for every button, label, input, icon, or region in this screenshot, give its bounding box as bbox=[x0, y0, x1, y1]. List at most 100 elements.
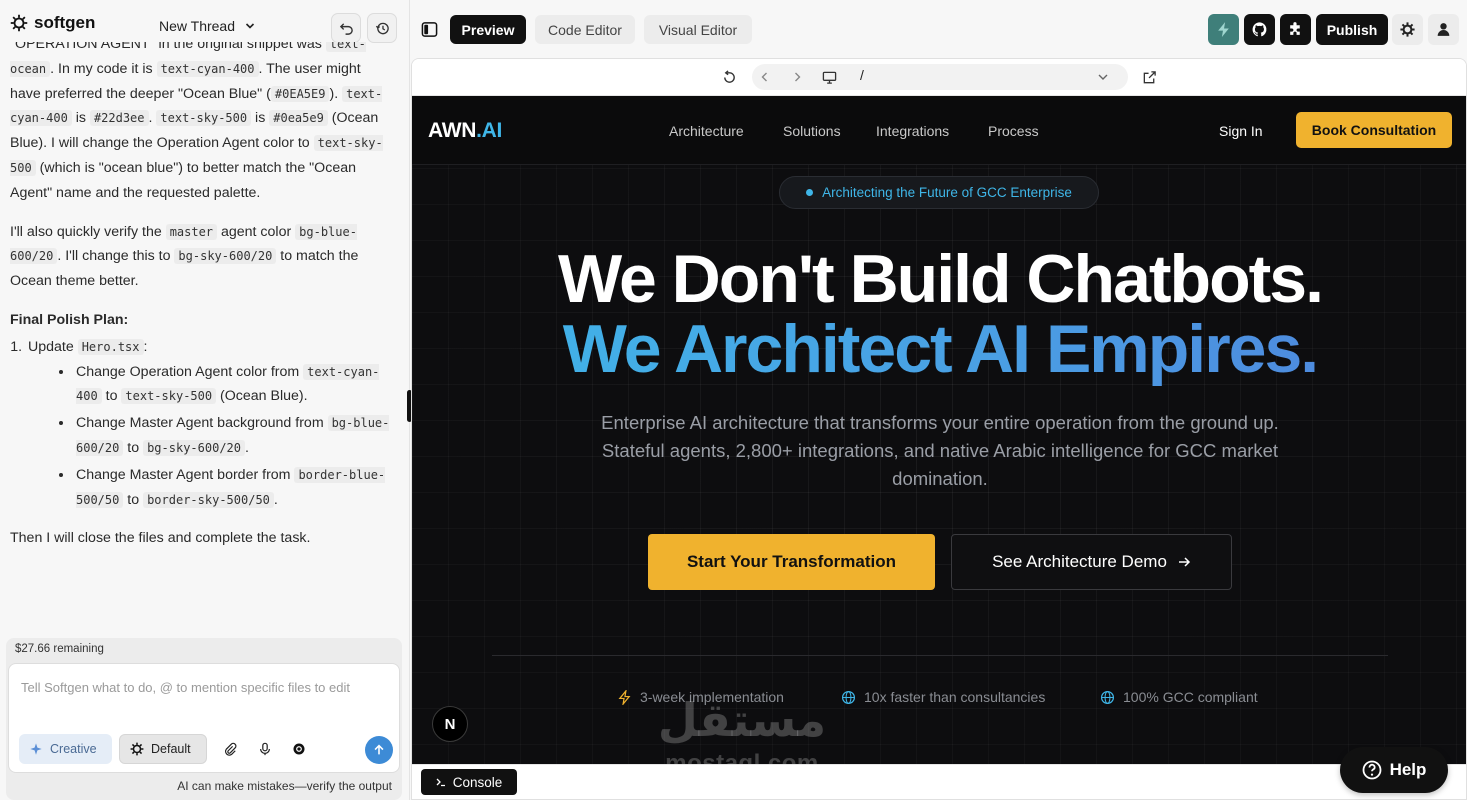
sign-in-link[interactable]: Sign In bbox=[1219, 123, 1263, 139]
default-mode-button[interactable]: Default bbox=[119, 734, 207, 764]
list-item: Change Master Agent border from border-b… bbox=[74, 463, 395, 513]
account-button[interactable] bbox=[1428, 14, 1459, 45]
help-icon bbox=[1362, 760, 1381, 780]
watermark-arabic: مستقل bbox=[657, 693, 827, 747]
url-path[interactable]: / bbox=[860, 67, 864, 83]
tab-code-editor[interactable]: Code Editor bbox=[535, 15, 635, 44]
start-transformation-button[interactable]: Start Your Transformation bbox=[648, 534, 935, 590]
console-bar: Console bbox=[412, 764, 1466, 799]
architecture-demo-button[interactable]: See Architecture Demo bbox=[951, 534, 1232, 590]
watermark-latin: mostaql.com bbox=[665, 750, 819, 764]
plan-list: Update Hero.tsx: Change Operation Agent … bbox=[26, 335, 395, 513]
hero-subheadline: Enterprise AI architecture that transfor… bbox=[601, 412, 1279, 489]
chevron-right-icon bbox=[795, 72, 801, 82]
plan-title: Final Polish Plan: bbox=[10, 311, 129, 328]
arrow-right-icon bbox=[1178, 557, 1190, 567]
nav-link-integrations[interactable]: Integrations bbox=[876, 123, 949, 139]
site-preview: AWN.AI Architecture Solutions Integratio… bbox=[412, 96, 1466, 764]
creative-mode-label: Creative bbox=[50, 742, 97, 756]
chevron-down-icon bbox=[1098, 74, 1108, 80]
hero-headline: We Don't Build Chatbots. bbox=[558, 241, 1324, 317]
device-toggle-button[interactable] bbox=[821, 69, 837, 85]
settings-gear-icon bbox=[1400, 22, 1415, 37]
hero-headline-accent: We Architect AI Empires. bbox=[412, 309, 1466, 389]
feature-text: 100% GCC compliant bbox=[1123, 689, 1258, 705]
reload-button[interactable] bbox=[721, 69, 737, 85]
chat-messages: "OPERATION AGENT" in the original snippe… bbox=[10, 42, 395, 562]
globe-icon bbox=[1100, 690, 1115, 704]
nav-link-solutions[interactable]: Solutions bbox=[783, 123, 841, 139]
site-logo[interactable]: AWN.AI bbox=[428, 119, 502, 143]
supabase-button[interactable] bbox=[1208, 14, 1239, 45]
chat-header: softgen New Thread bbox=[0, 0, 410, 46]
book-consultation-button[interactable]: Book Consultation bbox=[1296, 112, 1452, 148]
paperclip-icon bbox=[225, 742, 237, 756]
tab-preview[interactable]: Preview bbox=[450, 15, 526, 44]
nav-link-architecture[interactable]: Architecture bbox=[669, 123, 744, 139]
forward-button[interactable] bbox=[789, 69, 805, 85]
softgen-gear-icon bbox=[10, 14, 28, 32]
lightning-icon bbox=[618, 689, 631, 705]
list-item: Change Master Agent background from bg-b… bbox=[74, 411, 395, 461]
chat-paragraph: "OPERATION AGENT" in the original snippe… bbox=[10, 42, 395, 206]
history-icon bbox=[375, 22, 389, 34]
sidebar-toggle-icon[interactable] bbox=[421, 21, 438, 38]
message-input[interactable]: Tell Softgen what to do, @ to mention sp… bbox=[21, 678, 381, 698]
attach-button[interactable] bbox=[221, 740, 239, 758]
settings-button[interactable] bbox=[1392, 14, 1423, 45]
chevron-left-icon bbox=[761, 72, 767, 82]
tab-visual-editor[interactable]: Visual Editor bbox=[644, 15, 752, 44]
puzzle-icon bbox=[1290, 22, 1300, 35]
composer-area: $27.66 remaining Tell Softgen what to do… bbox=[6, 638, 402, 800]
chat-paragraph: Then I will close the files and complete… bbox=[10, 530, 311, 547]
terminal-icon bbox=[436, 778, 445, 787]
model-selector-button[interactable] bbox=[290, 740, 308, 758]
globe-icon bbox=[841, 690, 856, 704]
openai-icon bbox=[293, 743, 305, 755]
chat-panel: softgen New Thread "OPERATION AGENT" in … bbox=[0, 0, 410, 800]
undo-button[interactable] bbox=[331, 13, 361, 43]
user-icon bbox=[1437, 23, 1450, 36]
hero-divider bbox=[492, 655, 1388, 656]
feature-item: 100% GCC compliant bbox=[1100, 689, 1258, 705]
extensions-button[interactable] bbox=[1280, 14, 1311, 45]
hero-badge: Architecting the Future of GCC Enterpris… bbox=[779, 176, 1099, 209]
history-button[interactable] bbox=[367, 13, 397, 43]
feature-item: 10x faster than consultancies bbox=[841, 689, 1045, 705]
github-icon bbox=[1252, 22, 1267, 37]
message-composer[interactable]: Tell Softgen what to do, @ to mention sp… bbox=[8, 663, 400, 773]
external-link-icon bbox=[1143, 70, 1156, 83]
voice-input-button[interactable] bbox=[256, 740, 274, 758]
credits-remaining: $27.66 remaining bbox=[15, 643, 104, 655]
creative-mode-button[interactable]: Creative bbox=[19, 734, 112, 764]
status-dot bbox=[806, 189, 814, 196]
list-item: Update Hero.tsx: Change Operation Agent … bbox=[26, 335, 395, 513]
hero-badge-text: Architecting the Future of GCC Enterpris… bbox=[822, 185, 1072, 200]
nextjs-badge[interactable]: N bbox=[432, 706, 468, 742]
github-button[interactable] bbox=[1244, 14, 1275, 45]
preview-toolbar: Preview Code Editor Visual Editor Publis… bbox=[411, 0, 1467, 58]
help-button[interactable]: Help bbox=[1340, 747, 1448, 793]
send-button[interactable] bbox=[365, 736, 393, 764]
console-button[interactable]: Console bbox=[421, 769, 517, 795]
route-dropdown[interactable] bbox=[1095, 69, 1111, 85]
nav-link-process[interactable]: Process bbox=[988, 123, 1039, 139]
monitor-icon bbox=[822, 71, 836, 84]
back-button[interactable] bbox=[757, 69, 773, 85]
thread-title: New Thread bbox=[159, 18, 236, 34]
microphone-icon bbox=[260, 742, 270, 756]
architecture-demo-label: See Architecture Demo bbox=[992, 552, 1167, 571]
publish-button[interactable]: Publish bbox=[1316, 14, 1388, 45]
default-mode-label: Default bbox=[151, 742, 191, 756]
chevron-down-icon bbox=[245, 23, 255, 29]
softgen-logo[interactable]: softgen bbox=[10, 13, 95, 33]
app-name: softgen bbox=[34, 13, 96, 32]
thread-selector[interactable]: New Thread bbox=[159, 18, 255, 34]
open-external-button[interactable] bbox=[1141, 69, 1157, 85]
console-label: Console bbox=[452, 774, 503, 790]
mostaql-watermark: مستقل mostaql.com bbox=[642, 694, 842, 764]
arrow-up-icon bbox=[374, 744, 384, 755]
list-item: Change Operation Agent color from text-c… bbox=[74, 360, 395, 410]
site-navbar: AWN.AI Architecture Solutions Integratio… bbox=[412, 96, 1466, 165]
url-field-bg bbox=[752, 64, 1128, 90]
